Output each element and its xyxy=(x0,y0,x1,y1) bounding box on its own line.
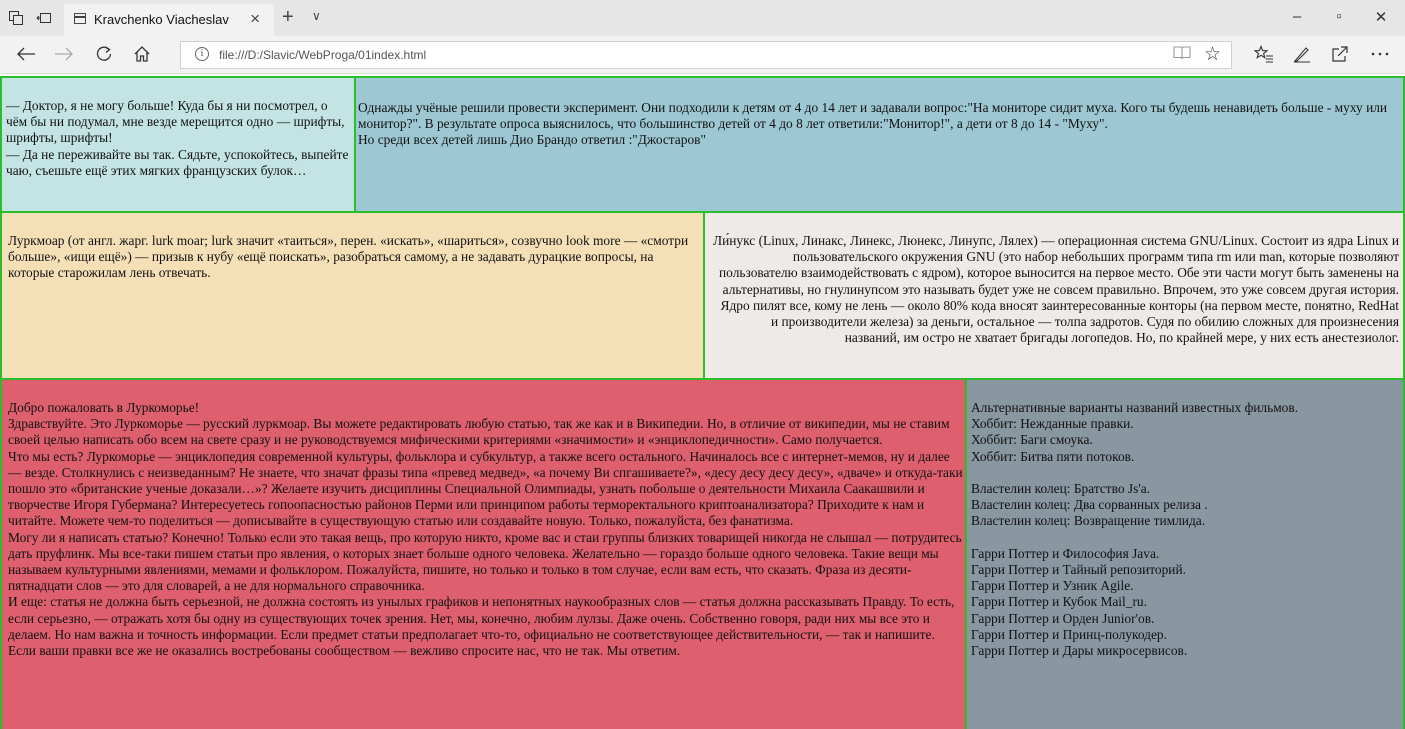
doctor-joke-block: — Доктор, я не могу больше! Куда бы я ни… xyxy=(0,76,356,213)
pen-icon[interactable] xyxy=(1288,42,1316,66)
address-bar[interactable]: i file:///D:/Slavic/WebProga/01index.htm… xyxy=(180,41,1232,69)
page-content: — Доктор, я не могу больше! Куда бы я ни… xyxy=(0,74,1405,729)
experiment-block: Однажды учёные решили провести экспериме… xyxy=(354,76,1405,213)
browser-chrome: Kravchenko Viacheslav × + ∨ – ▫ ✕ i file… xyxy=(0,0,1405,74)
home-icon[interactable] xyxy=(128,42,156,66)
tab-aside-icon[interactable] xyxy=(32,6,56,30)
linux-text: Ли́нукс (Linux, Линакс, Линекс, Люнекс, … xyxy=(713,233,1399,346)
tab-close-button[interactable]: × xyxy=(250,9,260,29)
linux-block: Ли́нукс (Linux, Линакс, Линекс, Люнекс, … xyxy=(703,211,1405,380)
lurkomorye-block: Добро пожаловать в Луркоморье! Здравству… xyxy=(0,378,967,729)
navigation-bar: i file:///D:/Slavic/WebProga/01index.htm… xyxy=(0,36,1405,74)
reading-view-icon[interactable] xyxy=(1173,45,1191,66)
forward-icon[interactable] xyxy=(50,42,78,66)
lurkmoar-text: Луркмоар (от англ. жарг. lurk moar; lurk… xyxy=(8,233,689,281)
maximize-button[interactable]: ▫ xyxy=(1324,8,1354,25)
movie-titles-text: Альтернативные варианты названий известн… xyxy=(971,400,1299,659)
tab-bar: Kravchenko Viacheslav × + ∨ – ▫ ✕ xyxy=(0,0,1405,36)
favorites-hub-icon[interactable] xyxy=(1250,42,1278,66)
tab-preview-button[interactable]: ∨ xyxy=(312,9,321,23)
new-tab-button[interactable]: + xyxy=(282,6,294,29)
page-icon xyxy=(74,13,86,24)
tab-actions-icon[interactable] xyxy=(4,6,28,30)
lurkmoar-block: Луркмоар (от англ. жарг. lurk moar; lurk… xyxy=(0,211,705,380)
share-icon[interactable] xyxy=(1326,42,1354,66)
tab-title: Kravchenko Viacheslav xyxy=(94,12,229,27)
browser-tab[interactable]: Kravchenko Viacheslav × xyxy=(64,4,274,36)
experiment-text: Однажды учёные решили провести экспериме… xyxy=(358,100,1388,148)
address-url[interactable]: file:///D:/Slavic/WebProga/01index.html xyxy=(219,48,426,62)
info-icon[interactable]: i xyxy=(195,47,209,61)
close-window-button[interactable]: ✕ xyxy=(1366,8,1396,26)
movie-titles-block: Альтернативные варианты названий известн… xyxy=(965,378,1405,729)
more-icon[interactable] xyxy=(1366,42,1394,66)
favorite-star-icon[interactable]: ☆ xyxy=(1204,43,1221,66)
doctor-joke-text: — Доктор, я не могу больше! Куда бы я ни… xyxy=(6,98,349,178)
lurkomorye-text: Добро пожаловать в Луркоморье! Здравству… xyxy=(8,400,963,659)
refresh-icon[interactable] xyxy=(90,42,118,66)
back-icon[interactable] xyxy=(12,42,40,66)
minimize-button[interactable]: – xyxy=(1282,8,1312,25)
